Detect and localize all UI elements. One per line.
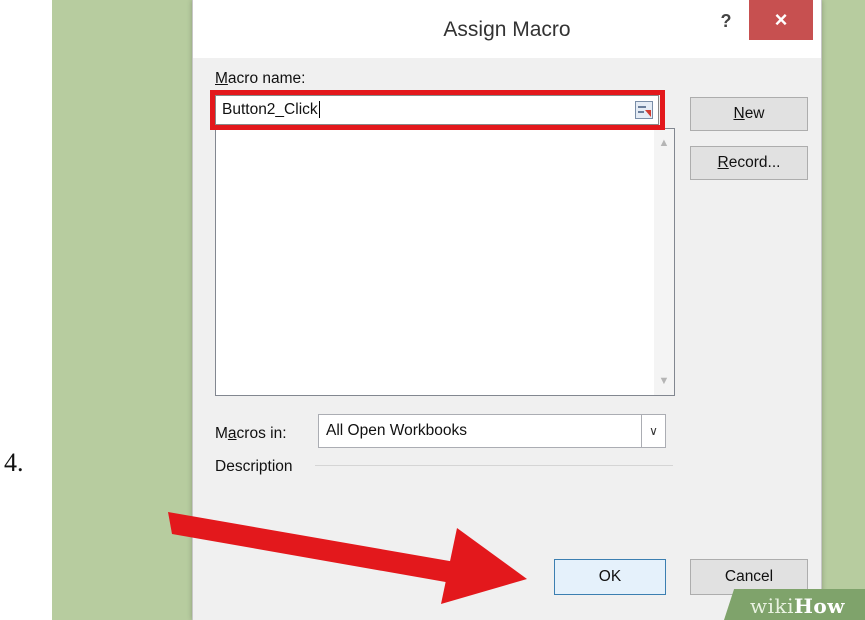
wikihow-watermark: wikiHow <box>750 594 845 618</box>
annotation-arrow-head <box>441 528 527 604</box>
annotation-arrow <box>168 512 527 604</box>
annotation-arrow-shaft <box>168 512 461 584</box>
